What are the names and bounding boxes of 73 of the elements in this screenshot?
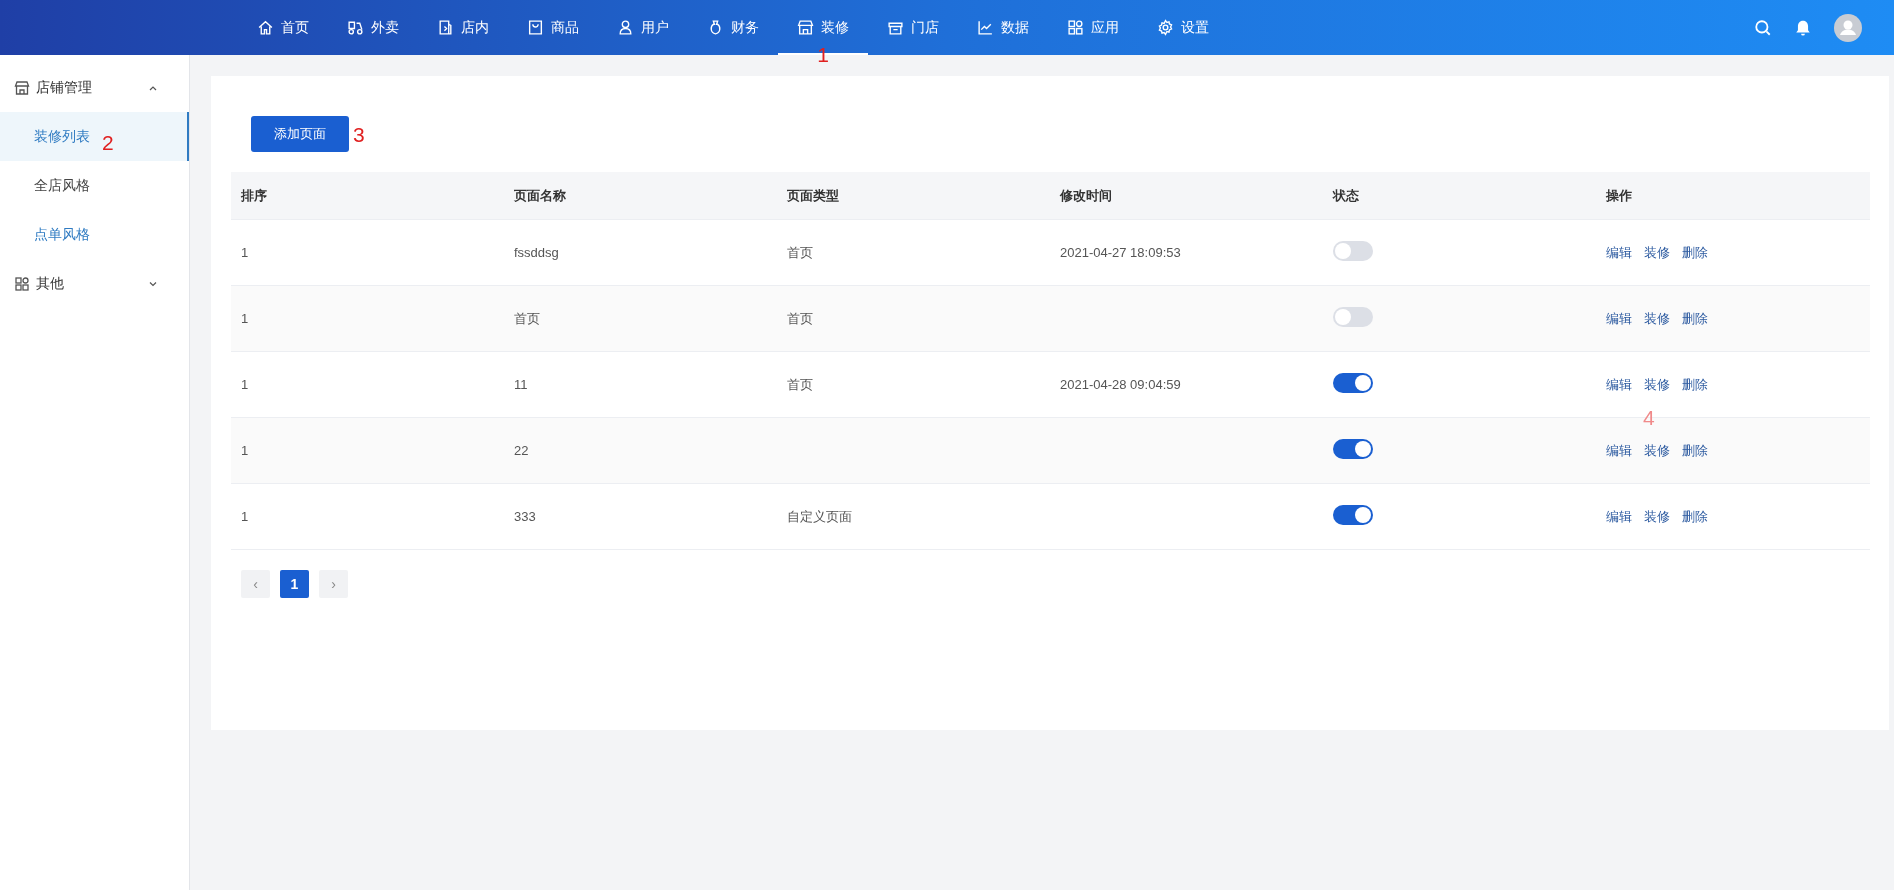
table-cell: fssddsg [514, 245, 559, 260]
annotation-number: 4 [1643, 406, 1655, 428]
nav-tab[interactable]: 外卖 [328, 0, 418, 55]
scooter-icon [347, 19, 364, 36]
toggle-switch[interactable] [1333, 439, 1373, 459]
table-cell: 1 [241, 245, 249, 260]
action-link[interactable]: 编辑 [1606, 243, 1632, 262]
sidebar-group[interactable]: 其他 [0, 259, 189, 308]
nav-tab[interactable]: 应用 [1048, 0, 1138, 55]
nav-tab[interactable]: 财务 [688, 0, 778, 55]
table-cell: 首页 [787, 244, 813, 260]
nav-tab[interactable]: 店内 [418, 0, 508, 55]
action-link[interactable]: 删除 [1682, 507, 1708, 526]
table-cell: 首页 [787, 310, 813, 326]
action-link[interactable]: 删除 [1682, 309, 1708, 328]
search-icon[interactable] [1754, 18, 1772, 37]
column-header: 排序 [240, 186, 268, 205]
table-cell: 333 [514, 509, 536, 524]
toggle-switch[interactable] [1333, 505, 1373, 525]
nav-tab[interactable]: 门店 [868, 0, 958, 55]
action-link[interactable]: 编辑 [1606, 309, 1632, 328]
table-cell: 首页 [787, 376, 813, 392]
column-header: 修改时间 [1058, 186, 1113, 205]
action-link[interactable]: 编辑 [1606, 375, 1632, 394]
grid-icon [1067, 19, 1084, 36]
toggle-switch[interactable] [1333, 307, 1373, 327]
storefront-icon [797, 19, 814, 36]
user-icon [617, 19, 634, 36]
grid-icon [14, 275, 30, 292]
storefront-icon [14, 79, 30, 96]
nav-tab[interactable]: 用户 [598, 0, 688, 55]
action-link[interactable]: 编辑 [1606, 441, 1632, 460]
door-icon [437, 19, 454, 36]
action-link[interactable]: 编辑 [1606, 507, 1632, 526]
annotation-number: 3 [353, 124, 365, 145]
table-cell: 1 [241, 377, 249, 392]
action-link[interactable]: 装修 [1644, 243, 1670, 262]
avatar-icon[interactable] [1834, 13, 1862, 42]
bell-icon[interactable] [1794, 18, 1812, 37]
action-link[interactable]: 删除 [1682, 243, 1708, 262]
action-link[interactable]: 删除 [1682, 441, 1708, 460]
toggle-switch[interactable] [1333, 241, 1373, 261]
column-header: 页面类型 [786, 186, 840, 205]
annotation-number: 2 [102, 132, 114, 153]
table-cell: 2021-04-27 18:09:53 [1060, 245, 1181, 260]
bag-icon [527, 19, 544, 36]
column-header: 状态 [1331, 186, 1360, 205]
page-button[interactable]: 1 [280, 570, 309, 598]
column-header: 操作 [1605, 186, 1633, 205]
chart-icon [977, 19, 994, 36]
add-page-button[interactable]: 添加页面 [251, 116, 349, 152]
action-link[interactable]: 装修 [1644, 375, 1670, 394]
table-cell: 22 [514, 443, 529, 458]
table-cell: 自定义页面 [787, 508, 852, 524]
nav-tab[interactable]: 商品 [508, 0, 598, 55]
table-cell: 1 [241, 509, 249, 524]
nav-tab[interactable]: 设置 [1138, 0, 1228, 55]
settings-icon [1157, 19, 1174, 36]
toggle-switch[interactable] [1333, 373, 1373, 393]
column-header: 页面名称 [513, 186, 567, 205]
table-cell: 1 [241, 311, 249, 326]
action-link[interactable]: 装修 [1644, 507, 1670, 526]
house-icon [257, 19, 274, 36]
nav-tab[interactable]: 首页 [238, 0, 328, 55]
action-link[interactable]: 装修 [1644, 309, 1670, 328]
action-link[interactable]: 装修 [1644, 441, 1670, 460]
table-cell: 首页 [514, 310, 540, 326]
action-link[interactable]: 删除 [1682, 375, 1708, 394]
sidebar-group[interactable]: 店铺管理 [0, 63, 189, 112]
table-cell: 1 [241, 443, 249, 458]
nav-tab[interactable]: 数据 [958, 0, 1048, 55]
table-cell: 2021-04-28 09:04:59 [1060, 377, 1181, 392]
table-cell: 11 [514, 377, 528, 392]
